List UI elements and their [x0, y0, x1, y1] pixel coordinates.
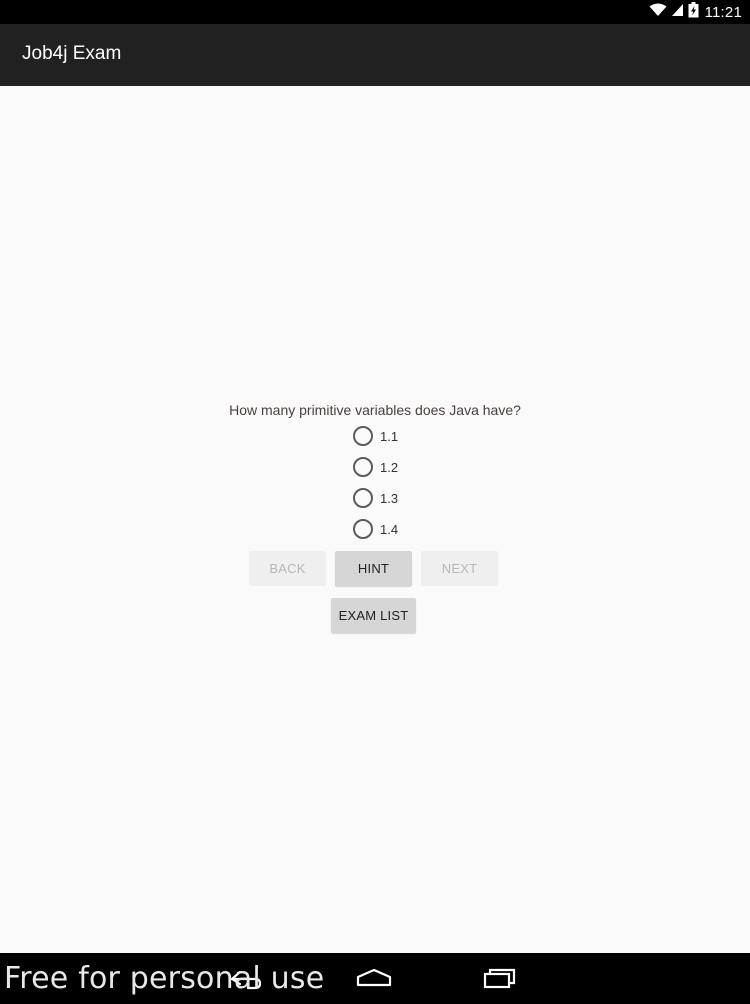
option-label: 1.3: [380, 490, 399, 506]
battery-icon: [688, 1, 699, 23]
home-icon[interactable]: [355, 965, 393, 996]
radio-button-icon[interactable]: [353, 426, 373, 446]
back-button[interactable]: BACK: [249, 551, 326, 586]
option-label: 1.2: [380, 459, 399, 475]
wifi-icon: [649, 3, 667, 22]
radio-button-icon[interactable]: [353, 488, 373, 508]
option-label: 1.4: [380, 521, 399, 537]
answer-option-1[interactable]: 1.1: [353, 424, 398, 448]
next-button[interactable]: NEXT: [421, 551, 498, 586]
status-icons: 11:21: [649, 0, 742, 24]
exam-list-button[interactable]: EXAM LIST: [331, 598, 416, 633]
recent-apps-icon[interactable]: [481, 965, 517, 996]
radio-button-icon[interactable]: [353, 519, 373, 539]
answer-option-2[interactable]: 1.2: [353, 455, 398, 479]
navigation-bar: Free for personal use: [0, 953, 750, 1004]
app-title: Job4j Exam: [22, 43, 122, 64]
status-time: 11:21: [704, 3, 742, 21]
question-text: How many primitive variables does Java h…: [229, 402, 521, 418]
signal-icon: [671, 3, 684, 22]
hint-button[interactable]: HINT: [335, 551, 412, 586]
option-label: 1.1: [380, 428, 399, 444]
status-bar: 11:21: [0, 0, 750, 24]
watermark-text: Free for personal use: [4, 961, 325, 996]
answer-option-4[interactable]: 1.4: [353, 517, 398, 541]
exam-content: How many primitive variables does Java h…: [0, 86, 750, 953]
app-bar: Job4j Exam: [0, 24, 750, 86]
radio-button-icon[interactable]: [353, 457, 373, 477]
back-icon[interactable]: [228, 965, 264, 996]
answer-option-3[interactable]: 1.3: [353, 486, 398, 510]
